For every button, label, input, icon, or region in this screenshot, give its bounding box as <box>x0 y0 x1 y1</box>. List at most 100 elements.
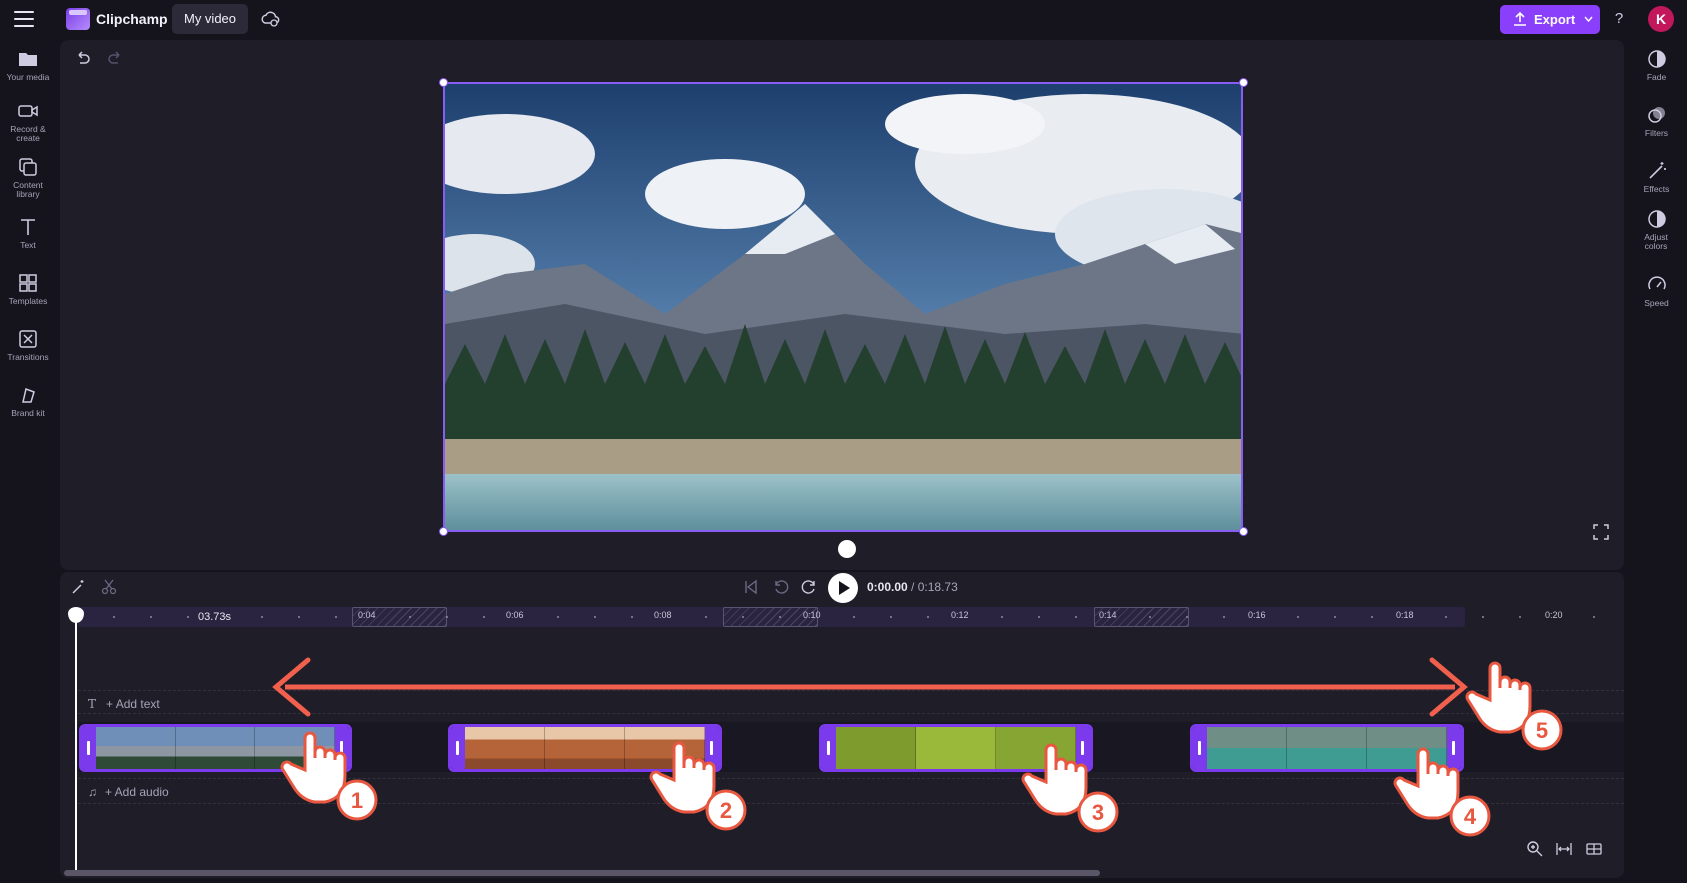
menu-icon[interactable] <box>14 11 34 27</box>
rotate-icon[interactable] <box>838 540 856 558</box>
ruler-dot <box>446 616 448 618</box>
trim-handle-right[interactable] <box>705 727 719 769</box>
ruler-dot <box>742 616 744 618</box>
trim-handle-right[interactable] <box>335 727 349 769</box>
sidebar-item-label: Content library <box>13 180 43 199</box>
ruler-dot <box>150 616 152 618</box>
sidebar-item-label: Templates <box>8 296 48 306</box>
sidebar-item-content-library[interactable]: Content library <box>0 156 56 199</box>
ruler-dot <box>1519 616 1521 618</box>
magic-wand-icon <box>1648 162 1666 179</box>
ruler-dot <box>631 616 633 618</box>
camera-icon <box>18 105 38 117</box>
sidebar-item-speed[interactable]: Speed <box>1626 274 1687 308</box>
clipchamp-logo-icon <box>66 8 90 30</box>
sidebar-item-effects[interactable]: Effects <box>1626 160 1687 194</box>
video-clip-waterfall[interactable] <box>1190 724 1464 772</box>
help-icon[interactable]: ? <box>1610 9 1628 29</box>
add-text-track[interactable]: T + Add text <box>88 697 160 711</box>
resize-handle-bottom-left[interactable] <box>439 527 448 536</box>
sidebar-item-text[interactable]: Text <box>0 216 56 250</box>
ruler-dot <box>1186 616 1188 618</box>
ruler-dot <box>409 616 411 618</box>
play-button[interactable] <box>828 573 858 603</box>
cloud-sync-icon[interactable] <box>260 9 280 29</box>
left-sidebar: Your media Record & create Content libra… <box>0 40 56 883</box>
redo-icon[interactable] <box>106 50 124 68</box>
undo-icon[interactable] <box>74 50 92 68</box>
ruler-dot <box>1334 616 1336 618</box>
trim-handle-left[interactable] <box>822 727 836 769</box>
library-icon <box>19 158 37 176</box>
export-button[interactable]: Export <box>1500 5 1600 34</box>
gap-duration-label: 03.73s <box>198 611 232 623</box>
sidebar-item-brand-kit[interactable]: Brand kit <box>0 384 56 418</box>
sidebar-item-label: Fade <box>1646 72 1667 82</box>
ruler-dot <box>705 616 707 618</box>
zoom-in-icon[interactable] <box>1526 840 1544 858</box>
trim-handle-left[interactable] <box>82 727 96 769</box>
folder-icon <box>19 53 37 66</box>
playhead[interactable] <box>75 612 77 870</box>
timeline-size-icon[interactable] <box>1585 840 1603 858</box>
forward-5-icon[interactable] <box>800 578 818 596</box>
fullscreen-icon[interactable] <box>1593 524 1609 540</box>
brand-kit-icon <box>22 387 35 403</box>
video-clip-grass[interactable] <box>819 724 1093 772</box>
filters-icon <box>1647 107 1665 123</box>
ruler-dot <box>853 616 855 618</box>
timeline-scrollbar[interactable] <box>64 870 1100 876</box>
sidebar-item-your-media[interactable]: Your media <box>0 48 56 82</box>
clip-thumbnails <box>465 727 705 769</box>
ruler-dot <box>1445 616 1447 618</box>
rewind-5-icon[interactable] <box>772 578 790 596</box>
ruler-dot <box>890 616 892 618</box>
sidebar-item-templates[interactable]: Templates <box>0 272 56 306</box>
ruler-dot <box>927 616 929 618</box>
ruler-dot <box>594 616 596 618</box>
clip-thumbnails <box>1207 727 1447 769</box>
ruler-dot <box>113 616 115 618</box>
ruler-dot <box>1593 616 1595 618</box>
ruler-dot <box>1001 616 1003 618</box>
add-audio-track[interactable]: ♫ + Add audio <box>88 785 169 799</box>
trim-handle-left[interactable] <box>451 727 465 769</box>
trim-handle-right[interactable] <box>1076 727 1090 769</box>
speedometer-icon <box>1647 276 1666 290</box>
chevron-down-icon <box>1584 16 1593 23</box>
sidebar-item-label: Adjust colors <box>1644 232 1668 251</box>
skip-back-icon[interactable] <box>742 578 760 596</box>
templates-icon <box>19 274 37 292</box>
resize-handle-top-left[interactable] <box>439 78 448 87</box>
resize-handle-top-right[interactable] <box>1239 78 1248 87</box>
ruler-dot <box>298 616 300 618</box>
text-icon <box>21 219 35 235</box>
avatar[interactable]: K <box>1648 6 1674 32</box>
trim-handle-right[interactable] <box>1447 727 1461 769</box>
fade-icon <box>1647 50 1666 68</box>
add-audio-label: + Add audio <box>105 785 169 799</box>
clip-thumbnails <box>96 727 336 769</box>
trim-handle-left[interactable] <box>1193 727 1207 769</box>
sidebar-item-label: Record & create <box>10 124 46 143</box>
project-title-tab[interactable]: My video <box>172 4 248 34</box>
sidebar-item-label: Text <box>20 240 36 250</box>
fit-to-width-icon[interactable] <box>1555 840 1573 858</box>
duration: / 0:18.73 <box>911 580 958 594</box>
ruler-dot <box>224 616 226 618</box>
sidebar-item-label: Effects <box>1643 184 1670 194</box>
video-clip-desert[interactable] <box>448 724 722 772</box>
magic-edit-icon[interactable] <box>70 578 88 596</box>
sidebar-item-label: Filters <box>1644 128 1669 138</box>
sidebar-item-adjust-colors[interactable]: Adjust colors <box>1626 208 1687 251</box>
resize-handle-bottom-right[interactable] <box>1239 527 1248 536</box>
scissors-icon[interactable] <box>100 578 118 596</box>
video-preview[interactable] <box>443 82 1243 532</box>
sidebar-item-record-create[interactable]: Record & create <box>0 100 56 143</box>
video-clip-mountain[interactable] <box>79 724 352 772</box>
clip-thumbnails <box>836 727 1076 769</box>
ruler-tick-label: 0:06 <box>506 610 524 620</box>
sidebar-item-transitions[interactable]: Transitions <box>0 328 56 362</box>
sidebar-item-fade[interactable]: Fade <box>1626 48 1687 82</box>
sidebar-item-filters[interactable]: Filters <box>1626 104 1687 138</box>
